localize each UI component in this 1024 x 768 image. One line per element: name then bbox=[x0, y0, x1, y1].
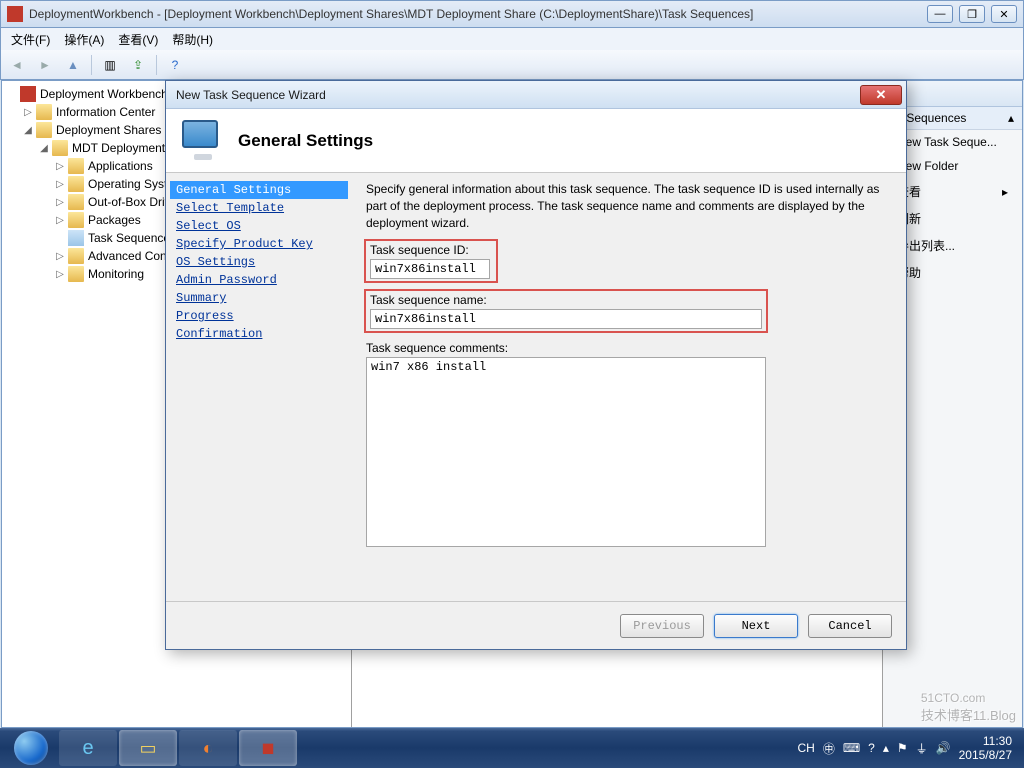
toolbar-separator bbox=[156, 55, 157, 75]
next-button[interactable]: Next bbox=[714, 614, 798, 638]
computer-icon bbox=[182, 120, 224, 162]
tray-volume-icon[interactable]: 🔊 bbox=[936, 741, 951, 755]
step-select-os[interactable]: Select OS bbox=[170, 217, 348, 235]
taskbar: e ▭ ◐ ◼ CH ㊥ ⌨ ? ▴ ⚑ ⏚ 🔊 11:30 2015/8/27 bbox=[0, 728, 1024, 768]
tray-clock[interactable]: 11:30 2015/8/27 bbox=[959, 734, 1012, 763]
taskbar-ie[interactable]: e bbox=[59, 730, 117, 766]
menu-view[interactable]: 查看(V) bbox=[112, 29, 164, 50]
step-product-key[interactable]: Specify Product Key bbox=[170, 235, 348, 253]
tree-label: Deployment Shares bbox=[56, 123, 161, 137]
step-admin-password[interactable]: Admin Password bbox=[170, 271, 348, 289]
watermark-sub: 技术博客11.Blog bbox=[921, 705, 1016, 724]
step-os-settings[interactable]: OS Settings bbox=[170, 253, 348, 271]
textarea-task-sequence-comments[interactable] bbox=[366, 357, 766, 547]
tray-keyboard-icon[interactable]: ⌨ bbox=[843, 741, 860, 755]
cancel-button[interactable]: Cancel bbox=[808, 614, 892, 638]
input-task-sequence-id[interactable] bbox=[370, 259, 490, 279]
menu-help[interactable]: 帮助(H) bbox=[166, 29, 219, 50]
dialog-title: New Task Sequence Wizard bbox=[170, 88, 860, 102]
dialog-heading: General Settings bbox=[238, 131, 373, 151]
system-tray: CH ㊥ ⌨ ? ▴ ⚑ ⏚ 🔊 11:30 2015/8/27 bbox=[797, 734, 1020, 763]
label-task-sequence-comments: Task sequence comments: bbox=[366, 341, 766, 355]
form-description: Specify general information about this t… bbox=[366, 181, 892, 231]
export-button[interactable]: ⇪ bbox=[126, 53, 150, 77]
show-hide-tree-button[interactable]: ▥ bbox=[98, 53, 122, 77]
wizard-step-list: General Settings Select Template Select … bbox=[166, 173, 352, 601]
input-task-sequence-name[interactable] bbox=[370, 309, 762, 329]
step-progress[interactable]: Progress bbox=[170, 307, 348, 325]
watermark: 51CTO.com 技术博客11.Blog bbox=[921, 691, 1016, 724]
taskbar-deployment-workbench[interactable]: ◼ bbox=[239, 730, 297, 766]
dialog-footer: Previous Next Cancel bbox=[166, 601, 906, 649]
tree-label: Task Sequences bbox=[88, 231, 176, 245]
menu-file[interactable]: 文件(F) bbox=[5, 29, 56, 50]
forward-button[interactable] bbox=[33, 53, 57, 77]
taskbar-explorer[interactable]: ▭ bbox=[119, 730, 177, 766]
tray-time: 11:30 bbox=[959, 734, 1012, 748]
tray-date: 2015/8/27 bbox=[959, 748, 1012, 762]
tray-lang[interactable]: CH bbox=[797, 741, 814, 755]
help-button[interactable]: ? bbox=[163, 53, 187, 77]
menubar: 文件(F) 操作(A) 查看(V) 帮助(H) bbox=[0, 28, 1024, 50]
toolbar: ▥ ⇪ ? bbox=[0, 50, 1024, 80]
tree-label: Monitoring bbox=[88, 267, 144, 281]
tray-ime-icon[interactable]: ㊥ bbox=[823, 740, 835, 757]
dialog-body: General Settings Select Template Select … bbox=[166, 173, 906, 601]
tray-network-icon[interactable]: ⏚ bbox=[916, 740, 928, 757]
chevron-right-icon: ▸ bbox=[1002, 185, 1008, 199]
step-confirmation[interactable]: Confirmation bbox=[170, 325, 348, 343]
field-group-name: Task sequence name: bbox=[366, 291, 766, 331]
toolbar-separator bbox=[91, 55, 92, 75]
tree-label: Information Center bbox=[56, 105, 155, 119]
tray-action-center-icon[interactable]: ⚑ bbox=[897, 741, 908, 755]
minimize-button[interactable]: ― bbox=[927, 5, 953, 23]
previous-button: Previous bbox=[620, 614, 704, 638]
window-title: DeploymentWorkbench - [Deployment Workbe… bbox=[29, 7, 927, 21]
tree-label: Deployment Workbench bbox=[40, 87, 168, 101]
start-button[interactable] bbox=[4, 728, 58, 768]
maximize-button[interactable]: ❐ bbox=[959, 5, 985, 23]
window-titlebar: DeploymentWorkbench - [Deployment Workbe… bbox=[0, 0, 1024, 28]
watermark-main: 51CTO.com bbox=[921, 691, 1016, 705]
back-button[interactable] bbox=[5, 53, 29, 77]
label-task-sequence-id: Task sequence ID: bbox=[370, 243, 492, 257]
menu-action[interactable]: 操作(A) bbox=[58, 29, 110, 50]
step-summary[interactable]: Summary bbox=[170, 289, 348, 307]
field-group-comments: Task sequence comments: bbox=[366, 341, 766, 550]
taskbar-media[interactable]: ◐ bbox=[179, 730, 237, 766]
tray-chevron-up-icon[interactable]: ▴ bbox=[883, 741, 889, 755]
form-area: Specify general information about this t… bbox=[352, 173, 906, 601]
field-group-id: Task sequence ID: bbox=[366, 241, 496, 281]
dialog-header: General Settings bbox=[166, 109, 906, 173]
label-task-sequence-name: Task sequence name: bbox=[370, 293, 762, 307]
dialog-titlebar[interactable]: New Task Sequence Wizard ✕ bbox=[166, 81, 906, 109]
tree-label: Packages bbox=[88, 213, 141, 227]
step-general-settings[interactable]: General Settings bbox=[170, 181, 348, 199]
tree-label: Applications bbox=[88, 159, 153, 173]
wizard-dialog: New Task Sequence Wizard ✕ General Setti… bbox=[165, 80, 907, 650]
windows-orb-icon bbox=[14, 731, 48, 765]
dialog-close-button[interactable]: ✕ bbox=[860, 85, 902, 105]
tray-help-icon[interactable]: ? bbox=[868, 741, 875, 755]
step-select-template[interactable]: Select Template bbox=[170, 199, 348, 217]
chevron-up-icon[interactable]: ▴ bbox=[1008, 111, 1014, 125]
close-window-button[interactable]: ✕ bbox=[991, 5, 1017, 23]
up-button[interactable] bbox=[61, 53, 85, 77]
app-icon bbox=[7, 6, 23, 22]
window-controls: ― ❐ ✕ bbox=[927, 5, 1017, 23]
